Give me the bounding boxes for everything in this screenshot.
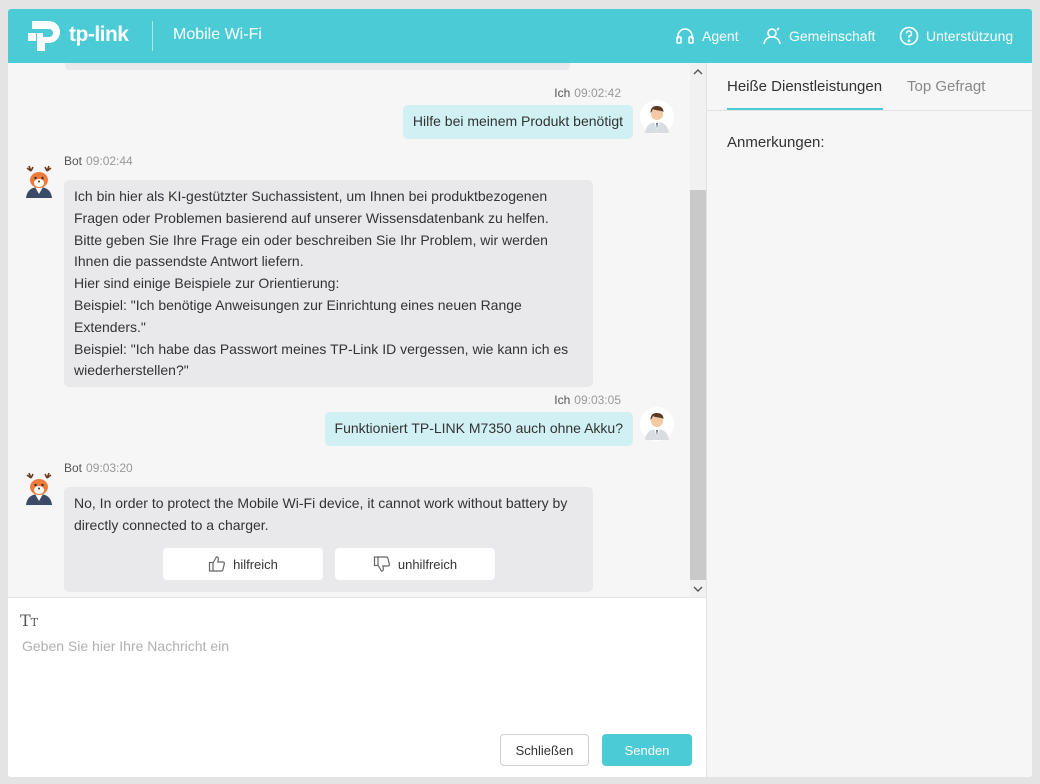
message-time: 09:02:42 <box>574 86 621 100</box>
user-avatar-icon <box>640 100 674 134</box>
helpful-button[interactable]: hilfreich <box>163 548 323 580</box>
sender-name: Bot <box>64 154 83 168</box>
nav-support-label: Unterstützung <box>926 28 1014 44</box>
headset-icon <box>676 28 694 44</box>
bot-avatar-icon <box>26 472 52 505</box>
thumbs-down-icon <box>373 556 390 572</box>
nav-support[interactable]: Unterstützung <box>899 26 1013 46</box>
header-bar: tp-link Mobile Wi-Fi Agent Gemeinschaft <box>8 9 1032 63</box>
message-meta: Ich 09:03:05 <box>554 393 621 407</box>
sender-name: Bot <box>64 461 83 475</box>
message-line: Beispiel: "Ich benötige Anweisungen zur … <box>74 296 522 313</box>
message-line: wiederherstellen?" <box>74 362 189 379</box>
unhelpful-button[interactable]: unhilfreich <box>335 548 495 580</box>
thumbs-up-icon <box>208 556 226 572</box>
unhelpful-label: unhilfreich <box>397 556 458 572</box>
send-button[interactable]: Senden <box>602 734 692 766</box>
active-tab-indicator <box>727 108 883 110</box>
product-title: Mobile Wi-Fi <box>173 26 262 43</box>
message-meta: Bot 09:03:20 <box>64 461 133 475</box>
scroll-down-icon[interactable] <box>690 581 706 597</box>
community-icon <box>763 27 781 45</box>
message-time: 09:03:05 <box>574 393 621 407</box>
close-button[interactable]: Schließen <box>500 734 589 766</box>
message-line: No, In order to protect the Mobile Wi-Fi… <box>74 495 568 511</box>
message-composer: TT Schließen Senden <box>8 597 706 777</box>
message-time: 09:02:44 <box>86 154 133 168</box>
header-divider <box>152 21 153 51</box>
message-line: directly connected to a charger. <box>74 516 269 533</box>
sender-name: Ich <box>554 86 571 100</box>
tab-hot-services[interactable]: Heiße Dienstleistungen <box>727 78 882 95</box>
bot-message-bubble: No, In order to protect the Mobile Wi-Fi… <box>64 487 593 592</box>
nav-community[interactable]: Gemeinschaft <box>762 26 875 46</box>
nav-agent-label: Agent <box>702 28 739 44</box>
side-tabs: Heiße Dienstleistungen Top Gefragt <box>707 63 1032 111</box>
message-line: Ihnen die passendste Antwort liefern. <box>74 253 304 270</box>
message-time: 09:03:20 <box>86 461 133 475</box>
chat-history[interactable]: Ich 09:02:42 Hilfe bei meinem Produkt ben… <box>8 63 706 597</box>
help-circle-icon <box>899 26 919 46</box>
message-line: Fragen oder Problemen basierend auf unse… <box>74 209 549 226</box>
sender-name: Ich <box>554 393 571 407</box>
tp-link-logo-icon <box>28 21 60 51</box>
user-message-bubble: Hilfe bei meinem Produkt benötigt <box>402 105 633 139</box>
chat-window: tp-link Mobile Wi-Fi Agent Gemeinschaft <box>8 9 1032 777</box>
message-line: Hier sind einige Beispiele zur Orientier… <box>74 275 340 292</box>
side-panel: Heiße Dienstleistungen Top Gefragt Anmer… <box>706 63 1032 777</box>
notes-label: Anmerkungen: <box>727 134 825 151</box>
message-line: Beispiel: "Ich habe das Passwort meines … <box>74 340 569 357</box>
scroll-up-icon[interactable] <box>690 64 706 80</box>
message-meta: Ich 09:02:42 <box>554 86 621 100</box>
message-meta: Bot 09:02:44 <box>64 154 133 168</box>
nav-agent[interactable]: Agent <box>675 26 739 46</box>
user-avatar-icon <box>640 407 674 441</box>
scrollbar-thumb[interactable] <box>690 190 706 580</box>
previous-message-bubble <box>65 63 570 70</box>
bot-message-bubble: Ich bin hier als KI-gestützter Suchassis… <box>64 180 593 387</box>
message-line: Ich bin hier als KI-gestützter Suchassis… <box>74 188 548 204</box>
bot-avatar-icon <box>26 165 52 198</box>
message-line: Extenders." <box>74 318 146 335</box>
message-line: Bitte geben Sie Ihre Frage ein oder besc… <box>74 231 548 248</box>
helpful-label: hilfreich <box>233 556 278 572</box>
user-message-bubble: Funktioniert TP-LINK M7350 auch ohne Akk… <box>324 412 633 446</box>
chat-scrollbar[interactable] <box>690 63 706 597</box>
brand-name: tp-link <box>69 23 129 46</box>
message-input[interactable] <box>22 638 692 718</box>
nav-community-label: Gemeinschaft <box>789 28 876 44</box>
text-format-icon[interactable]: TT <box>20 611 38 630</box>
tab-top-asked[interactable]: Top Gefragt <box>907 78 985 95</box>
